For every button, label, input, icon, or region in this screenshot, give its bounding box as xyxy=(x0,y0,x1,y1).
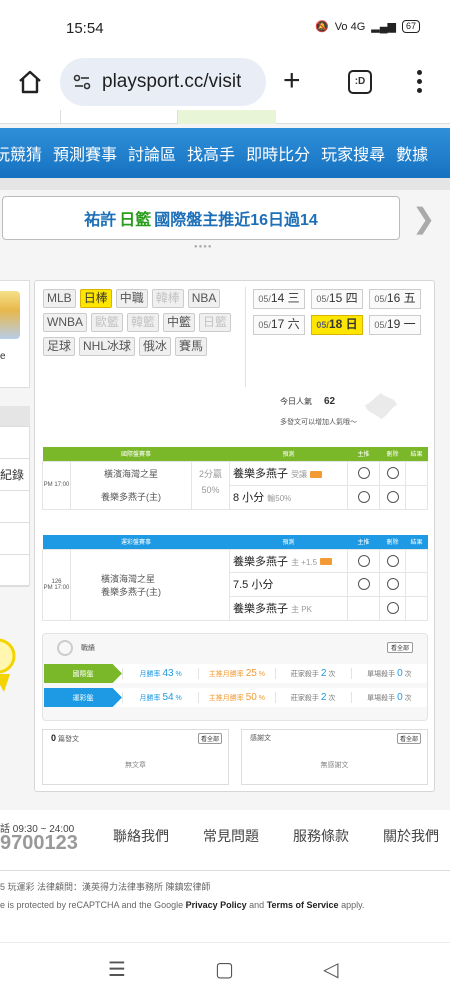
nav-item-livescore[interactable]: 即時比分 xyxy=(246,141,310,165)
thanks-box: 感謝文 看全部 無感謝文 xyxy=(241,729,428,785)
nav-item-data[interactable]: 數據 xyxy=(396,141,428,165)
avatar[interactable] xyxy=(0,291,20,339)
site-footer: 話 09:30 ~ 24:00 9700123 聯絡我們 常見問題 服務條款 關… xyxy=(0,810,450,942)
address-bar[interactable]: playsport.cc/visit xyxy=(60,58,266,106)
date-button[interactable]: 05/16 五 xyxy=(369,289,421,309)
league-tag[interactable]: 中籃 xyxy=(163,313,196,332)
league-tag[interactable]: 賽馬 xyxy=(175,337,208,356)
footer-link-faq[interactable]: 常見問題 xyxy=(203,826,259,846)
recents-icon[interactable]: ☰ xyxy=(108,957,126,982)
status-icons: 🔕 Vo 4G ▂▄▆ 67 xyxy=(315,20,420,33)
date-button[interactable]: 05/17 六 xyxy=(253,315,305,335)
date-button[interactable]: 05/14 三 xyxy=(253,289,305,309)
new-tab-button[interactable]: + xyxy=(283,66,301,96)
system-nav-bar: ☰ ▢ ◁ xyxy=(0,942,450,1000)
delete-radio[interactable] xyxy=(386,578,399,590)
url-text[interactable]: playsport.cc/visit xyxy=(102,71,241,93)
see-all-posts-button[interactable]: 看全部 xyxy=(197,733,222,744)
battery-icon: 67 xyxy=(401,20,420,33)
league-tag[interactable]: NHL冰球 xyxy=(79,337,136,356)
announcement-banner[interactable]: 祐許 日籃 國際盤主推近16日過14 xyxy=(2,196,400,240)
nav-item-guess[interactable]: 玩競猜 xyxy=(0,141,42,165)
popularity-hint: 多發文可以增加人氣哦～ xyxy=(280,419,357,426)
mute-icon: 🔕 xyxy=(314,21,329,33)
legal-text: 5 玩運彩 法律顧問：漢英得力法律事務所 陳鎮宏律師 xyxy=(0,882,211,892)
carousel-dots: ●●●● xyxy=(194,244,213,250)
intl-odds-table: 國際盤賽事 預測 主推 刪除 結果 PM 17:00 橫濱海灣之星 2分贏 養樂… xyxy=(42,447,428,510)
see-all-record-button[interactable]: 看全部 xyxy=(386,642,413,653)
delete-radio[interactable] xyxy=(386,554,399,567)
popularity: 今日人氣 62 xyxy=(280,396,336,407)
league-tag[interactable]: 俄冰 xyxy=(139,337,172,356)
badge-icon xyxy=(0,638,16,692)
nav-item-predict[interactable]: 預測賽事 xyxy=(53,141,117,165)
top-tab-strip xyxy=(0,110,450,124)
date-button[interactable]: 05/19 一 xyxy=(369,315,421,335)
home-icon[interactable] xyxy=(16,68,44,96)
home-nav-icon[interactable]: ▢ xyxy=(215,957,234,982)
nav-item-player-search[interactable]: 玩家搜尋 xyxy=(321,141,385,165)
delete-radio[interactable] xyxy=(386,602,399,614)
privacy-link[interactable]: Privacy Policy xyxy=(186,900,247,910)
clock: 15:54 xyxy=(66,20,104,37)
stat-row-tw: 運彩盤 月勝率 54 % 主推月勝率 50 % 莊家殺手 2 次 單場殺手 0 … xyxy=(44,688,427,707)
footer-link-contact[interactable]: 聯絡我們 xyxy=(113,826,169,846)
site-settings-icon[interactable] xyxy=(72,72,92,92)
bet-icon xyxy=(320,558,333,566)
chevron-right-icon[interactable]: ❯ xyxy=(412,202,435,235)
main-nav: 玩競猜 預測賽事 討論區 找高手 即時比分 玩家搜尋 數據 xyxy=(0,128,450,178)
browser-menu-icon[interactable] xyxy=(414,68,424,96)
footer-link-about[interactable]: 關於我們 xyxy=(383,826,439,846)
footer-link-terms[interactable]: 服務條款 xyxy=(293,826,349,846)
tab-switcher-button[interactable]: :D xyxy=(348,70,372,94)
league-tag[interactable]: 中職 xyxy=(115,289,148,308)
league-tag[interactable]: MLB xyxy=(43,289,76,308)
status-bar: 15:54 🔕 Vo 4G ▂▄▆ 67 xyxy=(0,0,450,56)
stat-row-intl: 國際盤 月勝率 43 % 主推月勝率 25 % 莊家殺手 2 次 單場殺手 0 … xyxy=(44,664,427,683)
league-tag[interactable]: WNBA xyxy=(43,313,87,332)
posts-box: 0 篇發文 看全部 無文章 xyxy=(42,729,229,785)
date-button[interactable]: 05/18 日 xyxy=(311,315,363,335)
signal-icon: ▂▄▆ xyxy=(371,21,396,33)
league-tag[interactable]: NBA xyxy=(187,289,221,308)
league-tag[interactable]: 日籃 xyxy=(199,313,232,332)
browser-toolbar: playsport.cc/visit + :D xyxy=(0,56,450,110)
nav-item-experts[interactable]: 找高手 xyxy=(187,141,235,165)
delete-radio[interactable] xyxy=(386,491,399,503)
prediction-card: MLB 日棒 中職 韓棒 NBA WNBA 歐籃 韓籃 中籃 日籃足球 NHL冰球 俄冰 賽馬 05/1… xyxy=(34,280,435,792)
record-panel: 戰績 看全部 國際盤 月勝率 43 % 主推月勝率 25 % 莊家殺手 2 次 … xyxy=(42,633,428,721)
league-tag[interactable]: 歐籃 xyxy=(91,313,124,332)
network-label: Vo 4G xyxy=(334,20,366,33)
feature-radio[interactable] xyxy=(357,491,370,503)
league-tags: MLB 日棒 中職 韓棒 NBA WNBA 歐籃 韓籃 中籃 日籃足球 NHL冰球 俄冰 賽馬 xyxy=(43,289,239,356)
bet-icon xyxy=(310,470,323,478)
side-menu: 紀錄 xyxy=(0,426,30,587)
feature-radio[interactable] xyxy=(357,467,370,479)
date-selector: 05/14 三 05/15 四 05/16 五 05/17 六 05/18 日 05/19… xyxy=(253,289,429,335)
decoration-icon xyxy=(365,393,397,419)
recaptcha-notice: e is protected by reCAPTCHA and the Goog… xyxy=(0,900,365,910)
league-tag[interactable]: 足球 xyxy=(43,337,76,356)
feature-radio[interactable] xyxy=(357,554,370,567)
user-card: e xyxy=(0,280,30,388)
terms-link[interactable]: Terms of Service xyxy=(267,900,339,910)
phone-number[interactable]: 9700123 xyxy=(0,832,78,855)
league-tag[interactable]: 韓棒 xyxy=(151,289,184,308)
tw-odds-table: 運彩盤賽事 預測 主推 刪除 結果 126 PM 17:00 橫濱海灣之星 養樂… xyxy=(42,535,428,621)
delete-radio[interactable] xyxy=(386,467,399,479)
side-menu-record[interactable]: 紀錄 xyxy=(0,459,29,491)
web-page: 玩競猜 預測賽事 討論區 找高手 即時比分 玩家搜尋 數據 祐許 日籃 國際盤主… xyxy=(0,110,450,942)
date-button[interactable]: 05/15 四 xyxy=(311,289,363,309)
nav-item-forum[interactable]: 討論區 xyxy=(128,141,176,165)
see-all-thanks-button[interactable]: 看全部 xyxy=(396,733,421,744)
record-icon xyxy=(57,640,73,656)
league-tag[interactable]: 日棒 xyxy=(79,289,112,308)
back-icon[interactable]: ◁ xyxy=(323,957,338,982)
league-tag[interactable]: 韓籃 xyxy=(127,313,160,332)
feature-radio[interactable] xyxy=(357,578,370,590)
